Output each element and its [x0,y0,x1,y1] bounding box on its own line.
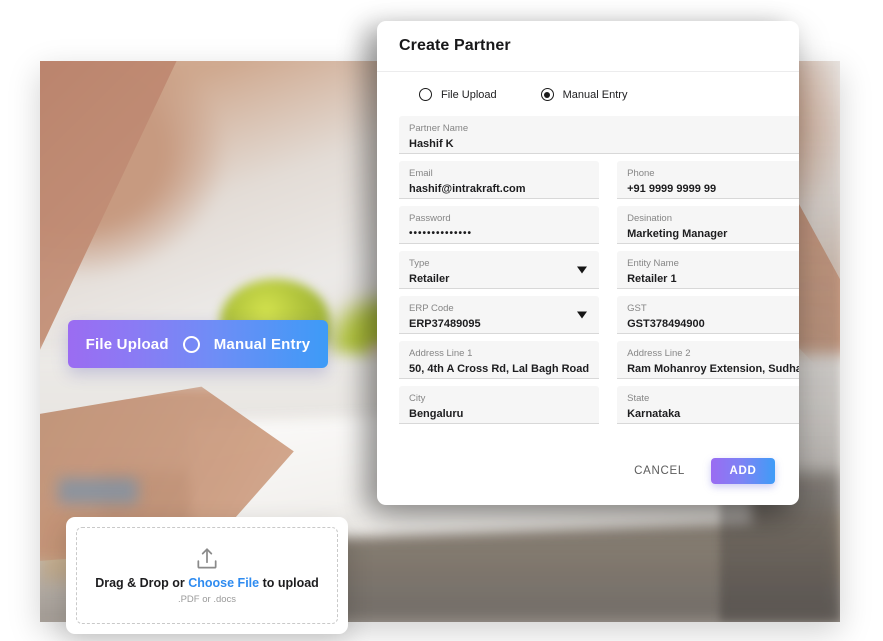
field-label: Password [409,213,451,224]
field-label: State [627,393,650,404]
toggle-file-upload-label[interactable]: File Upload [86,336,169,353]
field-label: City [409,393,426,404]
photo-blue-accent [58,478,138,504]
radio-manual-entry-icon[interactable] [540,88,554,101]
field-entity-name[interactable]: Entity Name Retailer 1 [617,251,799,289]
field-email[interactable]: Email hashif@intrakraft.com [399,161,600,199]
radio-circle-icon[interactable] [182,335,200,353]
radio-file-upload-label: File Upload [441,88,497,101]
dialog-title: Create Partner [399,37,511,54]
add-button[interactable]: ADD [711,458,775,484]
field-phone[interactable]: Phone +91 9999 9999 99 [617,161,799,199]
upload-icon [197,548,217,569]
upload-format-hint: .PDF or .docs [177,594,237,605]
create-partner-dialog: Create Partner File Upload Manual Entry … [377,21,799,505]
field-value: 50, 4th A Cross Rd, Lal Bagh Road [409,363,590,375]
field-value: Retailer 1 [627,273,677,285]
field-password[interactable]: Password •••••••••••••• [399,206,600,244]
field-label: ERP Code [409,303,454,314]
entry-mode-radio-group[interactable]: File Upload Manual Entry [399,88,777,101]
upload-card[interactable]: Drag & Drop or Choose File to upload .PD… [66,517,348,634]
field-label: Entity Name [627,258,679,269]
toggle-manual-entry-label[interactable]: Manual Entry [214,336,311,353]
field-erp-code[interactable]: ERP Code ERP37489095 [399,296,600,334]
field-value: Marketing Manager [627,228,728,240]
field-partner-name[interactable]: Partner Name Hashif K [399,116,799,154]
field-label: Type [409,258,430,269]
dialog-header: Create Partner [377,21,799,72]
field-label: Address Line 1 [409,348,473,359]
field-value: Ram Mohanroy Extension, Sudha Nagar [627,363,799,375]
upload-instruction: Drag & Drop or Choose File to upload [95,576,319,590]
field-value: ERP37489095 [409,318,481,330]
screenshot-canvas: File Upload Manual Entry Drag & Drop or … [0,0,883,641]
field-label: GST [627,303,647,314]
field-designation[interactable]: Desination Marketing Manager [617,206,799,244]
field-address-line-2[interactable]: Address Line 2 Ram Mohanroy Extension, S… [617,341,799,379]
field-label: Address Line 2 [627,348,691,359]
field-label: Partner Name [409,123,469,134]
chevron-down-icon[interactable] [577,311,588,318]
field-city[interactable]: City Bengaluru [399,386,600,424]
field-label: Desination [627,213,672,224]
choose-file-link[interactable]: Choose File [188,576,259,590]
field-address-line-1[interactable]: Address Line 1 50, 4th A Cross Rd, Lal B… [399,341,600,379]
field-value: hashif@intrakraft.com [409,183,526,195]
field-value: •••••••••••••• [409,228,473,239]
field-value: Bengaluru [409,408,464,420]
radio-file-upload-icon[interactable] [419,88,432,101]
upload-text-before: Drag & Drop or [95,576,189,590]
field-value: Karnataka [627,408,681,420]
field-state[interactable]: State Karnataka [617,386,799,424]
radio-option-manual-entry[interactable]: Manual Entry [540,88,628,101]
field-value: Retailer [409,273,450,285]
radio-option-file-upload[interactable]: File Upload [419,88,497,101]
field-type[interactable]: Type Retailer [399,251,600,289]
field-value: +91 9999 9999 99 [627,183,717,195]
dialog-body: File Upload Manual Entry Partner Name Ha… [377,72,799,443]
field-label: Phone [627,168,655,179]
field-value: Hashif K [409,138,454,150]
field-gst[interactable]: GST GST378494900 [617,296,799,334]
dialog-footer: CANCEL ADD [377,443,799,505]
mode-toggle-pill[interactable]: File Upload Manual Entry [68,320,328,368]
field-value: GST378494900 [627,318,705,330]
partner-form-fields: Partner Name Hashif K Email hashif@intra… [399,116,799,431]
cancel-button[interactable]: CANCEL [624,457,695,485]
upload-dropzone[interactable]: Drag & Drop or Choose File to upload .PD… [76,527,338,624]
upload-text-after: to upload [259,576,319,590]
radio-manual-entry-label: Manual Entry [562,88,628,101]
field-label: Email [409,168,433,179]
chevron-down-icon[interactable] [577,266,588,273]
